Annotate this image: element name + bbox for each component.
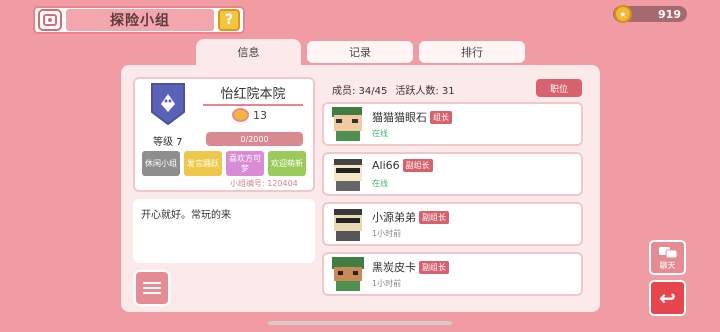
member-avatar bbox=[326, 155, 370, 193]
member-row[interactable]: Ali66 副组长 在线 bbox=[322, 152, 583, 196]
help-button[interactable]: ? bbox=[218, 9, 240, 31]
member-name: 小源弟弟 bbox=[372, 211, 416, 224]
member-avatar bbox=[326, 255, 370, 293]
chat-label: 聊天 bbox=[659, 261, 676, 270]
member-row[interactable]: 黑炭皮卡 副组长 1小时前 bbox=[322, 252, 583, 296]
member-status: 1小时前 bbox=[372, 279, 402, 288]
member-role-badge: 副组长 bbox=[402, 159, 433, 172]
tag-active-chat: 发言踊跃 bbox=[184, 151, 222, 176]
member-role-badge: 副组长 bbox=[419, 210, 449, 224]
member-status: 在线 bbox=[372, 129, 388, 138]
currency-display: ★ 919 bbox=[613, 5, 687, 23]
currency-value: 919 bbox=[658, 7, 681, 21]
chat-button[interactable]: 聊天 bbox=[649, 240, 686, 275]
group-motto: 开心就好。常玩的来 bbox=[133, 199, 315, 263]
back-icon: ↩ bbox=[659, 286, 676, 310]
group-name: 怡红院本院 bbox=[203, 83, 303, 106]
tab-info[interactable]: 信息 bbox=[196, 39, 301, 65]
home-indicator bbox=[268, 321, 452, 325]
medal-icon bbox=[232, 108, 249, 122]
member-role-badge: 组长 bbox=[430, 110, 452, 124]
exp-bar: 0/2000 bbox=[206, 132, 303, 146]
member-row[interactable]: 猫猫猫眼石 组长 在线 bbox=[322, 102, 583, 146]
member-avatar bbox=[326, 105, 370, 143]
member-avatar bbox=[326, 205, 370, 243]
member-stats: 成员: 34/45 活跃人数: 31 bbox=[332, 82, 455, 97]
member-name: 黑炭皮卡 bbox=[372, 261, 416, 274]
member-status: 1小时前 bbox=[372, 229, 402, 238]
member-role-badge: 副组长 bbox=[419, 260, 449, 274]
group-icon bbox=[38, 9, 62, 31]
tag-welcome-new: 欢迎萌新 bbox=[268, 151, 306, 176]
tag-likes-game: 喜欢方可梦 bbox=[226, 151, 264, 176]
member-name: 猫猫猫眼石 bbox=[372, 111, 427, 124]
role-button[interactable]: 职位 bbox=[536, 79, 582, 97]
active-count: 活跃人数: 31 bbox=[395, 86, 455, 97]
group-badge-icon[interactable] bbox=[150, 82, 186, 126]
page-title: 探险小组 bbox=[66, 9, 214, 31]
group-number: 小组编号: 120404 bbox=[230, 179, 298, 188]
tab-ranking[interactable]: 排行 bbox=[419, 41, 525, 63]
member-name: Ali66 bbox=[372, 159, 400, 172]
exp-text: 0/2000 bbox=[240, 134, 269, 144]
chat-icon bbox=[658, 247, 677, 259]
menu-icon bbox=[143, 282, 161, 284]
back-button[interactable]: ↩ bbox=[649, 280, 686, 316]
group-rating: 13 bbox=[232, 108, 267, 122]
member-status: 在线 bbox=[372, 179, 388, 188]
coin-icon: ★ bbox=[614, 5, 632, 23]
tag-casual: 休闲小组 bbox=[142, 151, 180, 176]
tab-records[interactable]: 记录 bbox=[307, 41, 413, 63]
group-level: 等级 7 bbox=[153, 137, 183, 148]
motto-text: 开心就好。常玩的来 bbox=[141, 210, 231, 221]
menu-button[interactable] bbox=[134, 270, 170, 306]
group-title-bar: 探险小组 ? bbox=[33, 6, 245, 34]
member-count: 成员: 34/45 bbox=[332, 86, 388, 97]
member-row[interactable]: 小源弟弟 副组长 1小时前 bbox=[322, 202, 583, 246]
rating-value: 13 bbox=[253, 108, 267, 122]
